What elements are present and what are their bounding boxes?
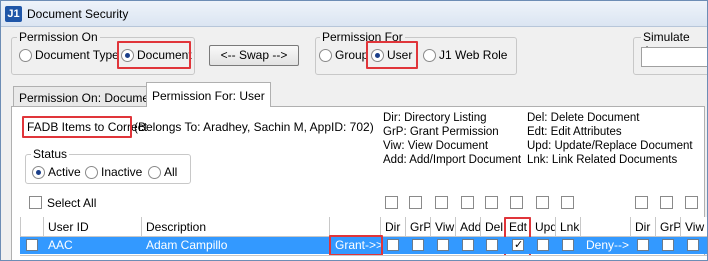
grid-header-upd[interactable]: Upd <box>531 217 556 237</box>
radio-status-active-label: Active <box>48 165 81 179</box>
legend-dir: Dir: Directory Listing <box>383 112 487 124</box>
radio-document-type[interactable]: Document Type <box>19 48 119 62</box>
legend-left: Dir: Directory Listing GrP: Grant Permis… <box>383 111 521 167</box>
radio-group[interactable]: Group <box>319 48 368 62</box>
row-deny-viw-checkbox[interactable] <box>687 239 699 251</box>
simulate-as-input[interactable] <box>641 47 707 67</box>
grid-header-select <box>20 217 44 237</box>
highlight-document-radio <box>117 41 191 69</box>
row-deny-dir-checkbox[interactable] <box>637 239 649 251</box>
title-bar: J1 Document Security <box>1 1 707 27</box>
radio-status-active[interactable]: Active <box>32 165 81 179</box>
row-upd-checkbox[interactable] <box>537 239 549 251</box>
radio-document-type-label: Document Type <box>35 48 119 62</box>
app-logo-icon: J1 <box>5 6 22 22</box>
row-description: Adam Campillo <box>146 238 228 252</box>
highlight-entity-name <box>22 116 132 138</box>
column-checkbox-upd[interactable] <box>536 196 549 209</box>
tab-permission-on-document[interactable]: Permission On: Document <box>13 86 166 107</box>
column-checkbox-del[interactable] <box>485 196 498 209</box>
row-select-checkbox[interactable] <box>26 239 38 251</box>
column-checkbox-lnk[interactable] <box>561 196 574 209</box>
column-checkbox-grp[interactable] <box>409 196 422 209</box>
row-dir-checkbox[interactable] <box>387 239 399 251</box>
column-checkbox-dir[interactable] <box>385 196 398 209</box>
legend-del: Del: Delete Document <box>527 112 640 124</box>
window-title: Document Security <box>27 7 129 21</box>
radio-document-type-dot <box>19 48 32 62</box>
permission-on-label: Permission On <box>17 30 100 44</box>
legend-add: Add: Add/Import Document <box>383 154 522 166</box>
legend-lnk: Lnk: Link Related Documents <box>527 154 678 166</box>
entity-info: (Belongs To: Aradhey, Sachin M, AppID: 7… <box>134 120 374 134</box>
grid-header-dir[interactable]: Dir <box>381 217 406 237</box>
tab-permission-for-user[interactable]: Permission For: User <box>146 82 271 107</box>
highlight-grant-button <box>329 235 383 256</box>
document-security-window: J1 Document Security Permission On Docum… <box>0 0 708 261</box>
radio-group-label: Group <box>335 48 369 62</box>
column-checkbox-deny-viw[interactable] <box>685 196 698 209</box>
row-viw-checkbox[interactable] <box>437 239 449 251</box>
radio-status-inactive-dot <box>85 165 98 179</box>
swap-button[interactable]: <-- Swap --> <box>209 45 299 66</box>
grid-header-add[interactable]: Add <box>456 217 481 237</box>
grid-header-grp[interactable]: GrP <box>406 217 431 237</box>
grid-header-lnk[interactable]: Lnk <box>556 217 581 237</box>
radio-status-all-dot <box>148 165 161 179</box>
grid-header-deny-grp[interactable]: GrP <box>656 217 681 237</box>
radio-group-dot <box>319 48 332 62</box>
grid-header-deny <box>581 217 631 237</box>
select-all-checkbox[interactable] <box>29 196 42 209</box>
column-checkbox-add[interactable] <box>461 196 474 209</box>
radio-status-inactive[interactable]: Inactive <box>85 165 142 179</box>
column-checkbox-deny-grp[interactable] <box>660 196 673 209</box>
row-user-id: AAC <box>48 238 73 252</box>
grid-header-user-id[interactable]: User ID <box>44 217 142 237</box>
row-deny-grp-checkbox[interactable] <box>662 239 674 251</box>
grid-header-deny-viw[interactable]: Viw <box>681 217 707 237</box>
radio-status-all-label: All <box>164 165 178 179</box>
column-checkbox-edt[interactable] <box>510 196 523 209</box>
column-checkbox-viw[interactable] <box>435 196 448 209</box>
select-all-label: Select All <box>47 196 97 210</box>
radio-j1-web-role[interactable]: J1 Web Role <box>423 48 507 62</box>
deny-button[interactable]: Deny--> <box>582 237 629 254</box>
status-label: Status <box>31 147 70 161</box>
next-row-edge <box>20 255 707 260</box>
grid-header-viw[interactable]: Viw <box>431 217 456 237</box>
row-lnk-checkbox[interactable] <box>562 239 574 251</box>
grid-header-deny-dir[interactable]: Dir <box>631 217 656 237</box>
radio-status-all[interactable]: All <box>148 165 177 179</box>
legend-right: Del: Delete Document Edt: Edit Attribute… <box>527 111 693 167</box>
column-checkbox-deny-dir[interactable] <box>635 196 648 209</box>
radio-status-inactive-label: Inactive <box>101 165 143 179</box>
legend-viw: Viw: View Document <box>383 140 489 152</box>
radio-j1-web-role-label: J1 Web Role <box>439 48 508 62</box>
radio-j1-web-role-dot <box>423 48 436 62</box>
row-del-checkbox[interactable] <box>486 239 498 251</box>
grid-header-grant <box>330 217 381 237</box>
row-edt-checkbox[interactable] <box>512 238 524 251</box>
radio-status-active-dot <box>32 165 45 179</box>
legend-upd: Upd: Update/Replace Document <box>527 140 693 152</box>
grid-header-del[interactable]: Del <box>481 217 505 237</box>
grid-header-description[interactable]: Description <box>142 217 330 237</box>
highlight-user-radio <box>366 41 418 69</box>
row-grp-checkbox[interactable] <box>412 239 424 251</box>
legend-edt: Edt: Edit Attributes <box>527 126 622 138</box>
legend-grp: GrP: Grant Permission <box>383 126 499 138</box>
row-add-checkbox[interactable] <box>462 239 474 251</box>
